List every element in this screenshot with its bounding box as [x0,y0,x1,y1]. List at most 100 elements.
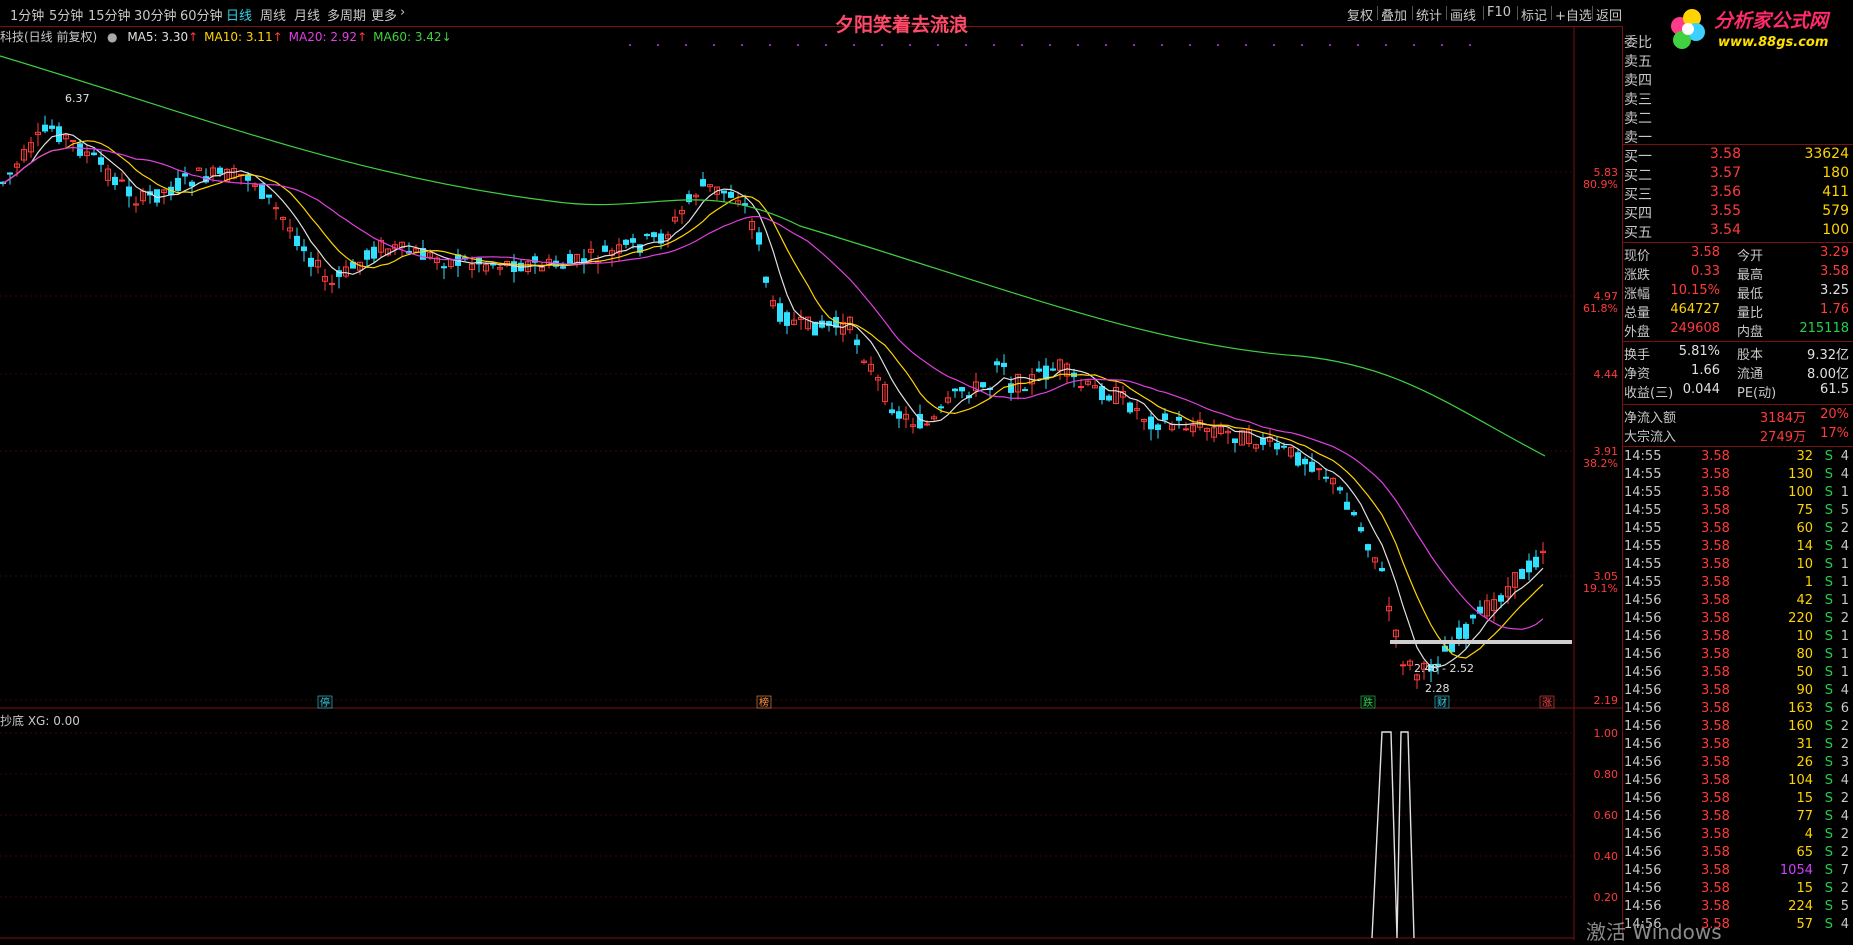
tick-volume: 163 [1788,701,1813,716]
tick-count: 1 [1840,485,1849,500]
tick-price: 3.58 [1701,737,1730,752]
ma10-line [2,140,1544,659]
period-tab[interactable]: 15分钟 [88,5,131,24]
candle-body [1351,512,1357,516]
tick-volume: 90 [1796,683,1813,698]
tool-divider [1446,6,1447,20]
kline-chart[interactable]: 5.8380.9%4.9761.8%4.443.9138.2%3.0519.1%… [0,26,1622,940]
tick-row: 14:55 3.58 100 S 1 [1624,485,1851,502]
tool-button[interactable]: 统计 [1416,5,1442,24]
tool-button[interactable]: 复权 [1347,5,1373,24]
period-tab[interactable]: 60分钟 [180,5,223,24]
tick-row: 14:56 3.58 104 S 4 [1624,773,1851,790]
period-tab[interactable]: 1分钟 [10,5,44,24]
candle-body [644,233,650,237]
tick-row: 14:56 3.58 224 S 5 [1624,899,1851,916]
bid-volume: 411 [1822,184,1849,200]
tick-count: 1 [1840,647,1849,662]
tool-button[interactable]: 画线 [1450,5,1476,24]
top-dot-markers [629,44,1471,46]
flow-label: 大宗流入 [1624,430,1677,445]
tick-time: 14:56 [1624,629,1662,644]
ask-row: 卖三 [1624,89,1851,108]
stat-row: 总量 464727 量比 1.76 [1624,302,1851,321]
tick-row: 14:56 3.58 15 S 2 [1624,881,1851,898]
candle-body [686,194,692,203]
period-tab[interactable]: 月线 [294,5,320,24]
flow-amount: 2749万 [1759,430,1806,445]
candle-body [77,143,83,156]
dot-marker [825,44,827,46]
tool-button[interactable]: +自选 [1555,5,1592,24]
ask-label: 卖三 [1624,92,1652,108]
tick-time: 14:56 [1624,719,1662,734]
stat-label: 涨跌 [1624,268,1651,283]
event-marker-label: 涨 [1542,697,1552,709]
flow-row: 净流入额 3184万 20% [1624,407,1851,426]
tick-price: 3.58 [1701,539,1730,554]
tick-volume: 15 [1796,881,1813,896]
tick-price: 3.58 [1701,521,1730,536]
tick-price: 3.58 [1701,809,1730,824]
tick-count: 4 [1840,809,1849,824]
period-tab[interactable]: 周线 [260,5,286,24]
bid-label: 买五 [1624,225,1652,241]
candle-body [1519,568,1525,580]
stat-value: 3.29 [1820,245,1849,260]
more-chevron-icon[interactable]: › [400,5,405,20]
period-tab[interactable]: 30分钟 [134,5,177,24]
indicator-axis-label: 0.60 [1594,809,1619,822]
stat-value: 3.58 [1691,245,1720,260]
dot-marker [853,44,855,46]
price-annotation: 2.28 [1425,682,1450,695]
tick-volume: 31 [1796,737,1813,752]
candle-body [756,232,762,245]
tick-price: 3.58 [1701,827,1730,842]
price-annotation: 6.37 [65,92,90,105]
tick-price: 3.58 [1701,755,1730,770]
stat-value: 61.5 [1820,382,1849,397]
tick-row: 14:55 3.58 130 S 4 [1624,467,1851,484]
candles [0,115,1546,689]
tool-divider [1483,6,1484,20]
dot-marker [909,44,911,46]
tick-time: 14:56 [1624,683,1662,698]
candle-body [294,235,300,247]
tool-button[interactable]: 返回 [1596,5,1622,24]
candle-body [1365,544,1371,551]
candle-body [1344,501,1350,510]
tick-volume: 42 [1796,593,1813,608]
tool-button[interactable]: 叠加 [1381,5,1407,24]
tool-button[interactable]: 标记 [1521,5,1547,24]
tick-row: 14:56 3.58 50 S 1 [1624,665,1851,682]
period-tab[interactable]: 日线 [226,5,252,24]
stat-value: 3.25 [1820,283,1849,298]
tick-volume: 26 [1796,755,1813,770]
tick-count: 5 [1840,899,1849,914]
period-tab[interactable]: 更多 [371,5,397,24]
tick-price: 3.58 [1701,557,1730,572]
stat-row: 涨幅 10.15% 最低 3.25 [1624,283,1851,302]
tool-button[interactable]: F10 [1487,5,1511,20]
dot-marker [1301,44,1303,46]
tick-volume: 57 [1796,917,1813,932]
bid-price: 3.54 [1709,222,1741,238]
event-marker-label: 停 [320,696,330,709]
tick-price: 3.58 [1701,593,1730,608]
dot-marker [937,44,939,46]
tick-side: S [1824,701,1833,716]
bid-volume: 579 [1822,203,1849,219]
candle-body [1127,402,1133,413]
candle-body [1400,664,1406,667]
tick-time: 14:56 [1624,665,1662,680]
stat-row: 涨跌 0.33 最高 3.58 [1624,264,1851,283]
tick-time: 14:56 [1624,827,1662,842]
tick-volume: 10 [1796,557,1813,572]
bid-price: 3.56 [1709,184,1741,200]
candle-body [371,246,377,259]
period-tab[interactable]: 5分钟 [49,5,83,24]
tick-side: S [1824,575,1833,590]
period-tab[interactable]: 多周期 [327,5,366,24]
tick-row: 14:56 3.58 15 S 2 [1624,791,1851,808]
tick-count: 1 [1840,593,1849,608]
